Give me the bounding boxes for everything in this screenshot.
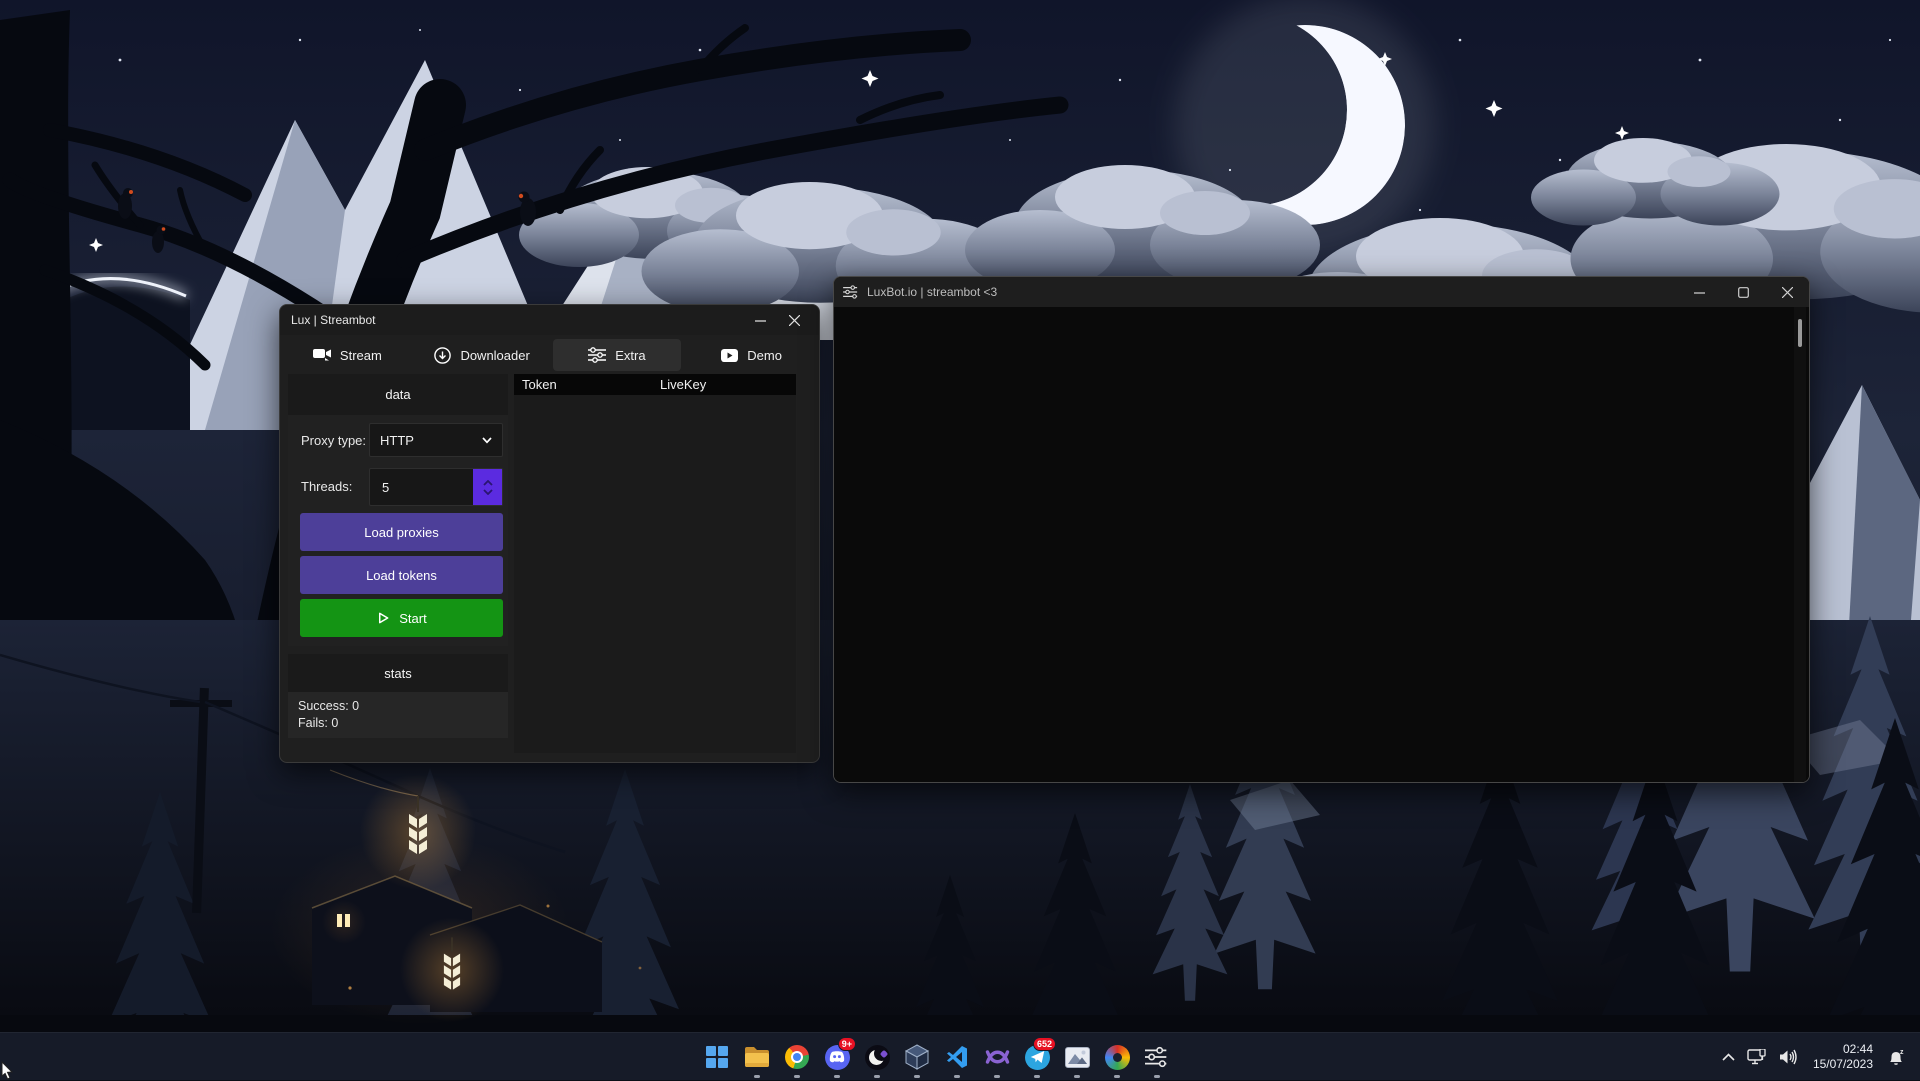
minimize-icon[interactable] — [743, 305, 777, 335]
lux-tabbar: Stream Downloader Extra Demo — [280, 335, 819, 375]
chevron-down-icon — [482, 437, 492, 444]
stats-group-title: stats — [288, 654, 508, 692]
taskbar-luxbot-icon[interactable] — [1137, 1033, 1177, 1081]
load-tokens-button[interactable]: Load tokens — [300, 556, 503, 594]
tab-stream[interactable]: Stream — [283, 339, 412, 371]
spinner-down-icon[interactable] — [483, 489, 493, 495]
tab-label: Demo — [747, 348, 782, 363]
proxy-type-value: HTTP — [380, 433, 414, 448]
tray-volume-icon[interactable] — [1773, 1037, 1805, 1077]
taskbar-visual-studio-icon[interactable] — [977, 1033, 1017, 1081]
tray-network-icon[interactable] — [1741, 1037, 1773, 1077]
column-header-livekey[interactable]: LiveKey — [660, 377, 706, 392]
tab-extra[interactable]: Extra — [553, 339, 682, 371]
lux-window-title: Lux | Streambot — [291, 313, 376, 327]
taskbar-discord-icon[interactable]: 9+ — [817, 1033, 857, 1081]
tray-time: 02:44 — [1813, 1042, 1873, 1057]
tray-clock[interactable]: 02:44 15/07/2023 — [1805, 1042, 1881, 1072]
luxbot-titlebar[interactable]: LuxBot.io | streambot <3 — [834, 277, 1809, 307]
taskbar-vscode-icon[interactable] — [937, 1033, 977, 1081]
threads-label: Threads: — [301, 479, 352, 494]
threads-field — [369, 468, 503, 506]
column-header-token[interactable]: Token — [522, 377, 557, 392]
proxy-type-label: Proxy type: — [301, 433, 366, 448]
svg-text:z: z — [1900, 1049, 1904, 1056]
lantern-light — [400, 918, 504, 1022]
stats-success: Success: 0 — [298, 698, 508, 715]
threads-spinner[interactable] — [473, 469, 502, 505]
taskbar-photos-icon[interactable] — [1057, 1033, 1097, 1081]
token-listview: Token LiveKey — [514, 374, 796, 753]
tab-downloader[interactable]: Downloader — [418, 339, 547, 371]
tab-label: Extra — [615, 348, 645, 363]
threads-input[interactable] — [370, 469, 470, 505]
load-proxies-label: Load proxies — [364, 525, 438, 540]
tab-label: Downloader — [460, 348, 529, 363]
stats-group: Success: 0 Fails: 0 — [288, 692, 508, 738]
taskbar-file-explorer-icon[interactable] — [737, 1033, 777, 1081]
taskbar-color-wheel-app-icon[interactable] — [1097, 1033, 1137, 1081]
play-icon — [376, 611, 390, 625]
close-icon[interactable] — [777, 305, 811, 335]
lux-titlebar[interactable]: Lux | Streambot — [280, 305, 819, 335]
data-group-title: data — [288, 374, 508, 415]
mouse-cursor — [1, 1061, 16, 1081]
discord-badge: 9+ — [838, 1037, 856, 1051]
video-camera-icon — [313, 348, 331, 362]
luxbot-console-window: LuxBot.io | streambot <3 — [833, 276, 1810, 783]
tray-date: 15/07/2023 — [1813, 1057, 1873, 1072]
tray-chevron-up-icon[interactable] — [1716, 1037, 1741, 1077]
lantern-light — [360, 774, 476, 890]
taskbar-moon-app-icon[interactable] — [857, 1033, 897, 1081]
minimize-icon[interactable] — [1677, 277, 1721, 307]
luxbot-sliders-icon — [843, 285, 859, 299]
scrollbar-thumb[interactable] — [1798, 319, 1802, 347]
taskbar-telegram-icon[interactable]: 652 — [1017, 1033, 1057, 1081]
sliders-icon — [588, 347, 606, 363]
start-label: Start — [399, 611, 426, 626]
tab-label: Stream — [340, 348, 382, 363]
tray-notification-bell-icon[interactable]: z — [1881, 1037, 1912, 1077]
luxbot-window-title: LuxBot.io | streambot <3 — [867, 285, 997, 299]
lux-streambot-window: Lux | Streambot Stream Downloader Extra … — [279, 304, 820, 763]
play-box-icon — [721, 349, 738, 362]
token-listview-header: Token LiveKey — [514, 374, 796, 395]
taskbar-chrome-icon[interactable] — [777, 1033, 817, 1081]
stats-fails: Fails: 0 — [298, 715, 508, 732]
proxy-type-select[interactable]: HTTP — [369, 423, 503, 457]
download-circle-icon — [434, 347, 451, 364]
taskbar-cube-app-icon[interactable] — [897, 1033, 937, 1081]
start-button[interactable]: Start — [300, 599, 503, 637]
maximize-icon[interactable] — [1721, 277, 1765, 307]
taskbar-start-icon[interactable] — [697, 1033, 737, 1081]
tab-demo[interactable]: Demo — [687, 339, 816, 371]
load-proxies-button[interactable]: Load proxies — [300, 513, 503, 551]
scrollbar-track[interactable] — [1794, 307, 1806, 782]
data-group: Proxy type: HTTP Threads: Load proxies L… — [288, 415, 508, 646]
taskbar: 9+ — [0, 1032, 1920, 1080]
load-tokens-label: Load tokens — [366, 568, 437, 583]
luxbot-console-output — [834, 307, 1809, 782]
telegram-badge: 652 — [1033, 1037, 1056, 1051]
close-icon[interactable] — [1765, 277, 1809, 307]
spinner-up-icon[interactable] — [483, 480, 493, 486]
